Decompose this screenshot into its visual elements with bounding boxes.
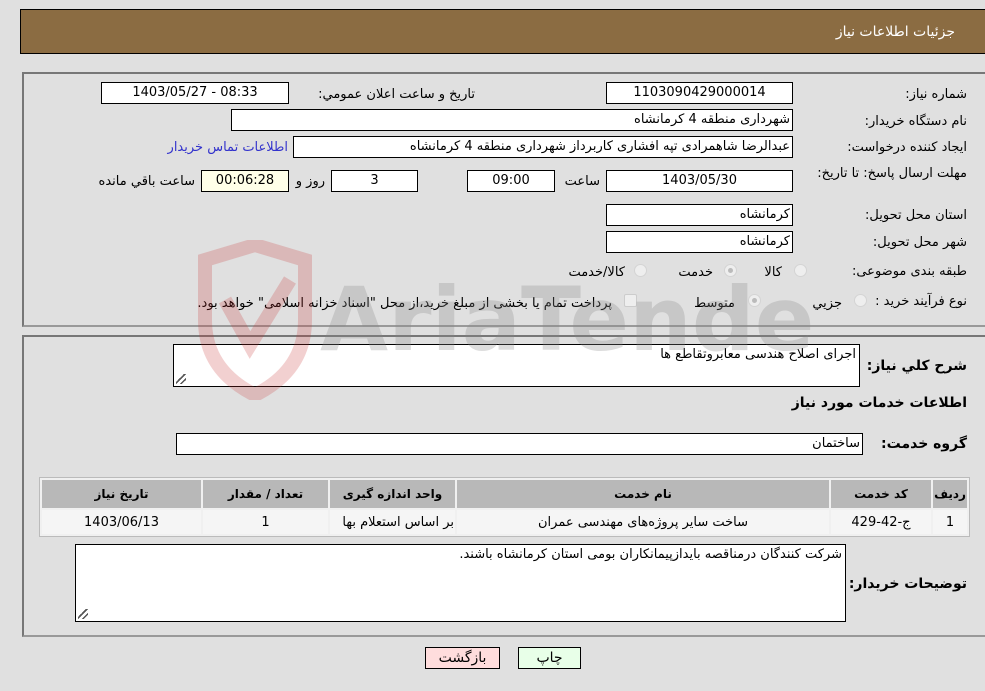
deadline-time-field[interactable]: 09:00: [467, 170, 555, 192]
buyer-notes-textarea[interactable]: شرکت کنندگان درمناقصه بایدازپیمانکاران ب…: [75, 544, 846, 622]
category-label: طبقه بندی موضوعی:: [851, 264, 967, 279]
col-quantity: تعداد / مقدار: [203, 480, 328, 508]
time-remaining-label: ساعت باقي مانده: [98, 174, 195, 189]
page-header: جزئیات اطلاعات نیاز: [20, 9, 985, 54]
announce-date-label: تاریخ و ساعت اعلان عمومي:: [318, 87, 475, 102]
cell-need-date: 1403/06/13: [42, 510, 201, 534]
need-number-label: شماره نیاز:: [905, 87, 967, 102]
deadline-label: مهلت ارسال پاسخ: تا تاریخ:: [817, 166, 967, 181]
category-service-radio[interactable]: [724, 264, 737, 277]
col-service-code: کد خدمت: [831, 480, 931, 508]
time-remaining-field[interactable]: 00:06:28: [201, 170, 289, 192]
service-group-field[interactable]: ساختمان: [176, 433, 863, 455]
table-header-row: ردیف کد خدمت نام خدمت واحد اندازه گیری ت…: [42, 480, 967, 508]
col-need-date: تاریخ نیاز: [42, 480, 201, 508]
service-group-label: گروه خدمت:: [881, 436, 967, 452]
page-title: جزئیات اطلاعات نیاز: [835, 23, 955, 40]
treasury-note: پرداخت تمام یا بخشی از مبلغ خرید،از محل …: [197, 296, 612, 311]
category-goods-service-label: کالا/خدمت: [568, 265, 625, 280]
description-text: اجرای اصلاح هندسی معابروتقاطع ها: [660, 347, 856, 362]
cell-row-number: 1: [933, 510, 967, 534]
cell-service-name: ساخت سایر پروژه‌های مهندسی عمران: [457, 510, 829, 534]
resize-grip-icon[interactable]: [176, 374, 186, 384]
services-section-title: اطلاعات خدمات مورد نیاز: [791, 395, 967, 411]
cell-service-code: ج-42-429: [831, 510, 931, 534]
buyer-notes-text: شرکت کنندگان درمناقصه بایدازپیمانکاران ب…: [459, 547, 842, 562]
category-service-label: خدمت: [678, 265, 713, 280]
need-number-field[interactable]: 1103090429000014: [606, 82, 793, 104]
process-medium-radio[interactable]: [748, 294, 761, 307]
buyer-org-field[interactable]: شهرداری منطقه 4 کرمانشاه: [231, 109, 793, 131]
process-minor-radio[interactable]: [854, 294, 867, 307]
creator-field[interactable]: عبدالرضا شاهمرادی تپه افشاری کاربرداز شه…: [293, 136, 793, 158]
cell-unit: بر اساس استعلام بها: [330, 510, 455, 534]
category-goods-radio[interactable]: [794, 264, 807, 277]
province-field[interactable]: کرمانشاه: [606, 204, 793, 226]
col-row-number: ردیف: [933, 480, 967, 508]
col-unit: واحد اندازه گیری: [330, 480, 455, 508]
description-label: شرح كلي نياز:: [866, 358, 967, 374]
days-label: روز و: [295, 174, 325, 189]
city-label: شهر محل تحویل:: [872, 235, 967, 250]
buyer-org-label: نام دستگاه خریدار:: [864, 114, 967, 129]
col-service-name: نام خدمت: [457, 480, 829, 508]
description-textarea[interactable]: اجرای اصلاح هندسی معابروتقاطع ها: [173, 344, 860, 387]
process-minor-label: جزيي: [812, 296, 842, 311]
category-goods-service-radio[interactable]: [634, 264, 647, 277]
announce-date-field[interactable]: 1403/05/27 - 08:33: [101, 82, 289, 104]
deadline-time-label: ساعت: [564, 174, 600, 189]
print-button[interactable]: چاپ: [518, 647, 581, 669]
treasury-checkbox[interactable]: [624, 294, 637, 307]
deadline-date-field[interactable]: 1403/05/30: [606, 170, 793, 192]
buyer-notes-label: توضیحات خریدار:: [848, 576, 967, 592]
services-table: ردیف کد خدمت نام خدمت واحد اندازه گیری ت…: [39, 477, 970, 537]
days-remaining-field[interactable]: 3: [331, 170, 418, 192]
back-button[interactable]: بازگشت: [425, 647, 500, 669]
cell-quantity: 1: [203, 510, 328, 534]
buyer-contact-link[interactable]: اطلاعات تماس خریدار: [168, 140, 288, 155]
category-goods-label: کالا: [764, 265, 782, 280]
creator-label: ایجاد کننده درخواست:: [847, 140, 967, 155]
purchase-process-label: نوع فرآیند خرید :: [875, 294, 967, 309]
table-row: 1 ج-42-429 ساخت سایر پروژه‌های مهندسی عم…: [42, 510, 967, 534]
city-field[interactable]: کرمانشاه: [606, 231, 793, 253]
process-medium-label: متوسط: [694, 296, 735, 311]
resize-grip-icon[interactable]: [78, 609, 88, 619]
province-label: استان محل تحویل:: [865, 208, 967, 223]
